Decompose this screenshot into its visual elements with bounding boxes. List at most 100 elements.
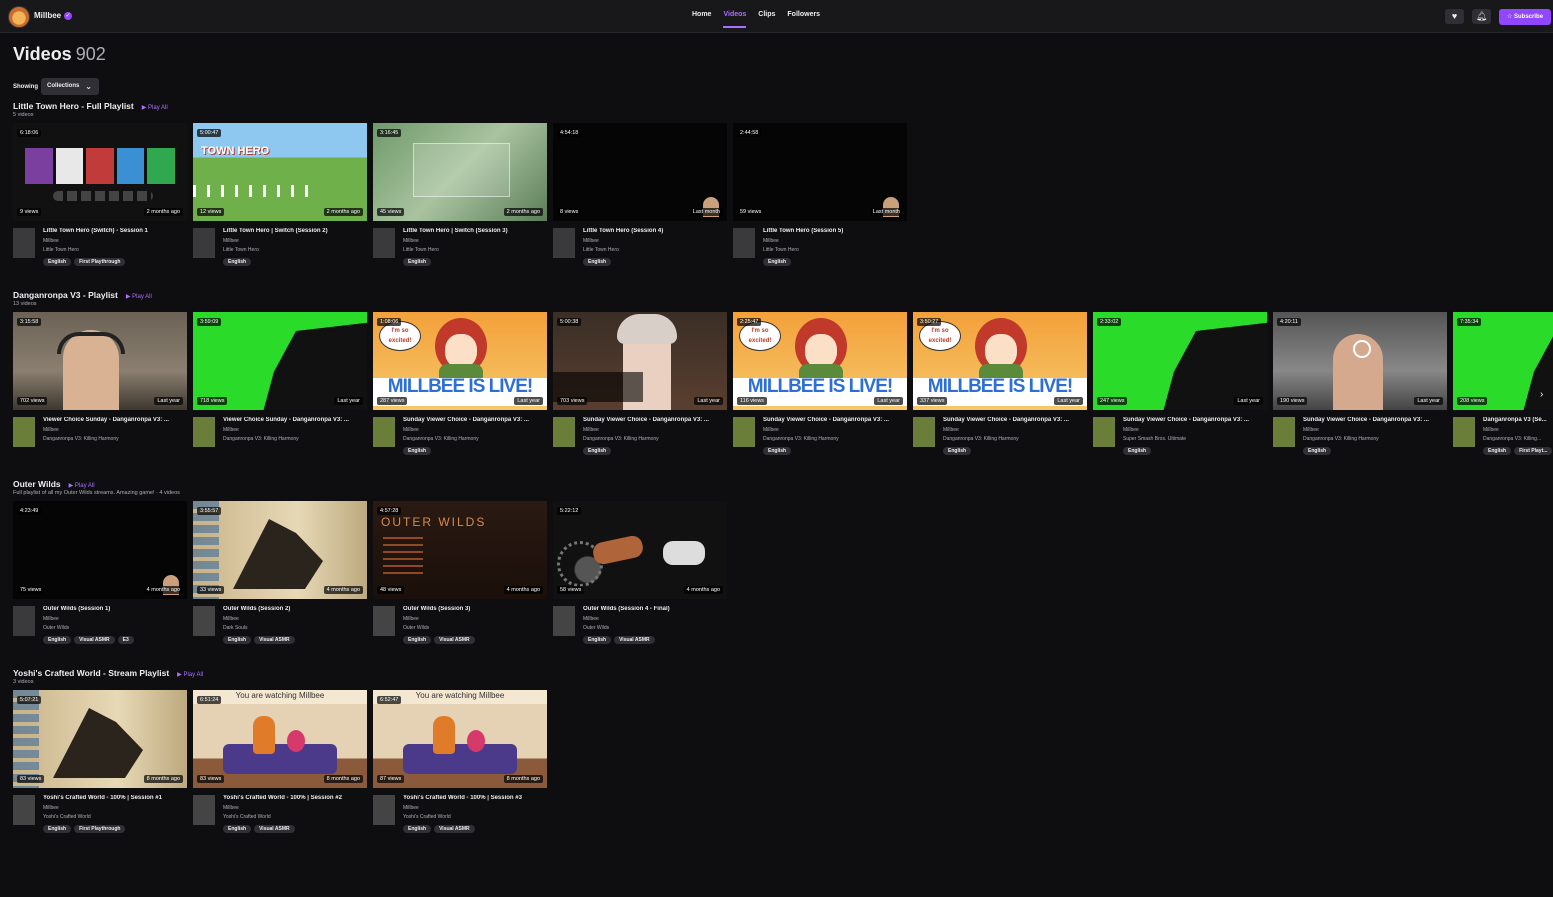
game-box-art[interactable] (733, 228, 755, 258)
video-game[interactable]: Little Town Hero (43, 247, 79, 253)
video-title[interactable]: Sunday Viewer Choice - Danganronpa V3: .… (1303, 417, 1447, 423)
video-channel[interactable]: Millbee (403, 238, 419, 244)
game-box-art[interactable] (1273, 417, 1295, 447)
video-channel[interactable]: Millbee (1123, 427, 1139, 433)
video-thumbnail[interactable]: I'm so excited! MILLBEE IS LIVE! 1:08:06 2… (373, 312, 547, 410)
video-thumbnail[interactable]: 2:44:58 59 views Last month (733, 123, 907, 221)
game-box-art[interactable] (13, 606, 35, 636)
video-channel[interactable]: Millbee (583, 616, 599, 622)
video-title[interactable]: Viewer Choice Sunday - Danganronpa V3: .… (223, 417, 367, 423)
video-channel[interactable]: Millbee (223, 616, 239, 622)
tab-videos[interactable]: Videos (717, 0, 752, 32)
video-channel[interactable]: Millbee (403, 805, 419, 811)
video-title[interactable]: Sunday Viewer Choice - Danganronpa V3: .… (583, 417, 727, 423)
game-box-art[interactable] (13, 417, 35, 447)
game-box-art[interactable] (13, 795, 35, 825)
video-card[interactable]: 4:54:18 8 views Last month Little Town Hero… (553, 123, 727, 266)
game-box-art[interactable] (193, 417, 215, 447)
video-game[interactable]: Little Town Hero (403, 247, 439, 253)
game-box-art[interactable] (553, 606, 575, 636)
video-channel[interactable]: Millbee (43, 238, 59, 244)
video-game[interactable]: Yoshi's Crafted World (43, 814, 91, 820)
video-title[interactable]: Yoshi's Crafted World - 100% | Session #… (403, 795, 547, 801)
video-thumbnail[interactable]: 3:55:57 33 views 4 months ago (193, 501, 367, 599)
video-card[interactable]: 6:18:06 9 views 2 months ago Little Town He… (13, 123, 187, 266)
channel-avatar[interactable] (8, 6, 30, 28)
video-game[interactable]: Dark Souls (223, 625, 247, 631)
video-thumbnail[interactable]: 4:54:18 8 views Last month (553, 123, 727, 221)
video-game[interactable]: Danganronpa V3: Killing Harmony (43, 436, 119, 442)
tag-pill[interactable]: English (223, 258, 252, 266)
video-title[interactable]: Little Town Hero | Switch (Session 3) (403, 228, 547, 234)
video-game[interactable]: Yoshi's Crafted World (223, 814, 271, 820)
game-box-art[interactable] (1093, 417, 1115, 447)
video-title[interactable]: Outer Wilds (Session 4 - Final) (583, 606, 727, 612)
tag-pill[interactable]: English (1303, 447, 1332, 455)
video-card[interactable]: I'm so excited! MILLBEE IS LIVE! 2:25:47 1… (733, 312, 907, 455)
video-thumbnail[interactable]: OUTER WILDS 4:57:28 48 views 4 months ago (373, 501, 547, 599)
game-box-art[interactable] (1453, 417, 1475, 447)
video-title[interactable]: Little Town Hero (Switch) - Session 1 (43, 228, 187, 234)
tag-pill[interactable]: English (403, 825, 432, 833)
tag-pill[interactable]: Visual ASMR (254, 636, 295, 644)
play-all-link[interactable]: ▶ Play All (177, 671, 203, 678)
game-box-art[interactable] (373, 795, 395, 825)
video-game[interactable]: Danganronpa V3: Killing Harmony (223, 436, 299, 442)
video-card[interactable]: 3:15:58 702 views Last year Viewer Choice S… (13, 312, 187, 447)
video-title[interactable]: Yoshi's Crafted World - 100% | Session #… (43, 795, 187, 801)
collection-title[interactable]: Outer Wilds (13, 479, 61, 489)
tag-pill[interactable]: English (403, 258, 432, 266)
tag-pill[interactable]: English (943, 447, 972, 455)
video-card[interactable]: 4:20:11 190 views Last year Sunday Viewer C… (1273, 312, 1447, 455)
tag-pill[interactable]: English (763, 447, 792, 455)
game-box-art[interactable] (193, 795, 215, 825)
video-game[interactable]: Yoshi's Crafted World (403, 814, 451, 820)
tab-followers[interactable]: Followers (781, 0, 826, 32)
video-thumbnail[interactable]: 3:15:58 702 views Last year (13, 312, 187, 410)
video-title[interactable]: Danganronpa V3 (Se... (1483, 417, 1553, 423)
tag-pill[interactable]: English (763, 258, 792, 266)
notification-bell-icon[interactable]: 🔔︎ (1472, 9, 1491, 24)
video-title[interactable]: Little Town Hero | Switch (Session 2) (223, 228, 367, 234)
video-game[interactable]: Danganronpa V3: Killing Harmony (763, 436, 839, 442)
video-thumbnail[interactable]: I'm so excited! MILLBEE IS LIVE! 3:50:27 3… (913, 312, 1087, 410)
play-all-link[interactable]: ▶ Play All (126, 293, 152, 300)
game-box-art[interactable] (913, 417, 935, 447)
collections-dropdown[interactable]: Collections ⌄ (41, 78, 99, 95)
video-card[interactable]: 5:22:12 58 views 4 months ago Outer Wilds (… (553, 501, 727, 644)
video-channel[interactable]: Millbee (1303, 427, 1319, 433)
video-title[interactable]: Outer Wilds (Session 3) (403, 606, 547, 612)
video-card[interactable]: 5:07:21 83 views 8 months ago Yoshi's Craft… (13, 690, 187, 833)
video-card[interactable]: You are watching Millbee 6:52:47 87 views… (373, 690, 547, 833)
video-title[interactable]: Little Town Hero (Session 5) (763, 228, 907, 234)
video-card[interactable]: 3:55:57 33 views 4 months ago Outer Wilds (… (193, 501, 367, 644)
video-game[interactable]: Danganronpa V3: Killing Harmony (1303, 436, 1379, 442)
collection-title[interactable]: Danganronpa V3 - Playlist (13, 290, 118, 300)
video-thumbnail[interactable]: 3:59:09 718 views Last year (193, 312, 367, 410)
follow-heart-icon[interactable]: ♥ (1445, 9, 1464, 24)
video-game[interactable]: Little Town Hero (583, 247, 619, 253)
video-thumbnail[interactable]: 5:00:38 703 views Last year (553, 312, 727, 410)
video-card[interactable]: 2:33:02 247 views Last year Sunday Viewer C… (1093, 312, 1267, 455)
video-channel[interactable]: Millbee (403, 616, 419, 622)
video-thumbnail[interactable]: 3:16:45 45 views 2 months ago (373, 123, 547, 221)
tag-pill[interactable]: First Playt... (1514, 447, 1553, 455)
collection-title[interactable]: Little Town Hero - Full Playlist (13, 101, 134, 111)
tag-pill[interactable]: English (403, 636, 432, 644)
tag-pill[interactable]: English (223, 636, 252, 644)
game-box-art[interactable] (373, 228, 395, 258)
video-game[interactable]: Little Town Hero (223, 247, 259, 253)
tab-home[interactable]: Home (686, 0, 717, 32)
video-channel[interactable]: Millbee (223, 238, 239, 244)
video-game[interactable]: Danganronpa V3: Killing Harmony (943, 436, 1019, 442)
video-channel[interactable]: Millbee (223, 427, 239, 433)
video-game[interactable]: Danganronpa V3: Killing Harmony (583, 436, 659, 442)
video-card[interactable]: 7:35:34 208 views Danganronpa V3 (Se... Mil… (1453, 312, 1553, 455)
scroll-right-icon[interactable]: › (1540, 389, 1543, 400)
video-thumbnail[interactable]: 7:35:34 208 views (1453, 312, 1553, 410)
tag-pill[interactable]: English (583, 258, 612, 266)
tag-pill[interactable]: English (1483, 447, 1512, 455)
tag-pill[interactable]: First Playthrough (74, 258, 126, 266)
tag-pill[interactable]: English (1123, 447, 1152, 455)
video-channel[interactable]: Millbee (943, 427, 959, 433)
